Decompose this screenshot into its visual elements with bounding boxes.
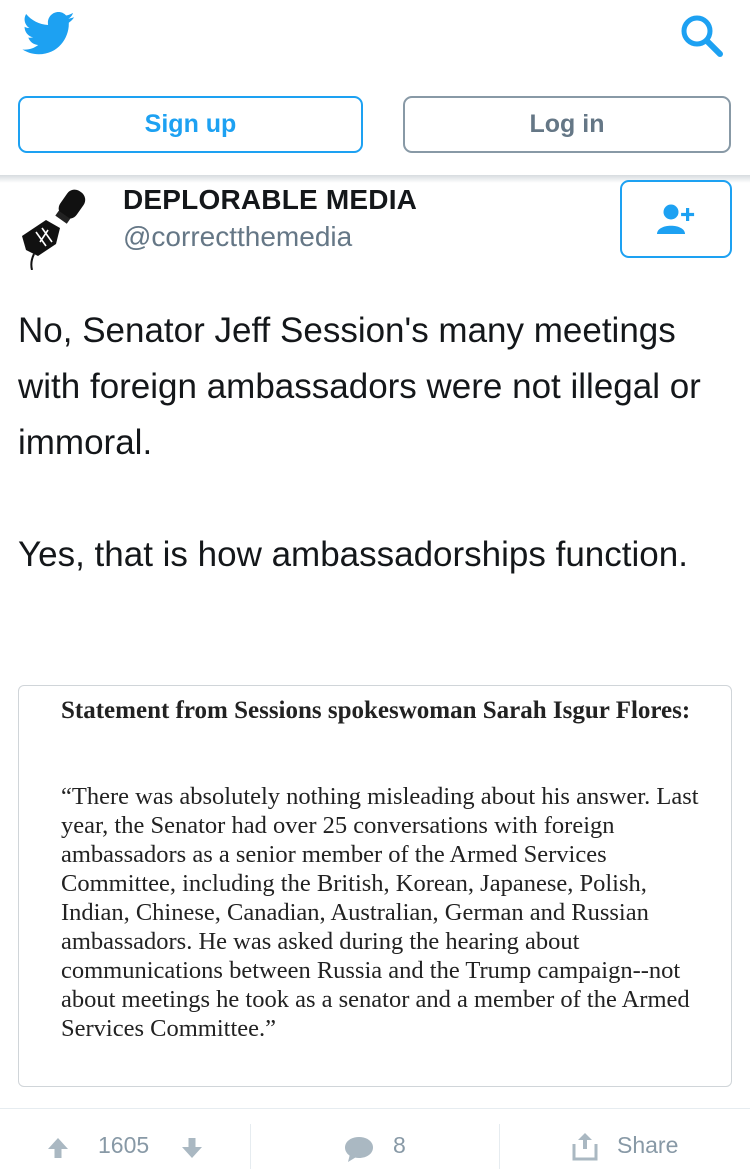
log-in-button[interactable]: Log in xyxy=(403,96,731,153)
tweet-text: No, Senator Jeff Session's many meetings… xyxy=(18,303,733,583)
statement-heading: Statement from Sessions spokeswoman Sara… xyxy=(61,697,691,724)
top-bar: Sign up Log in xyxy=(0,0,750,178)
display-name[interactable]: DEPLORABLE MEDIA xyxy=(123,184,417,216)
share-icon[interactable] xyxy=(571,1131,599,1161)
twitter-bird-icon[interactable] xyxy=(22,12,76,56)
microphone-fist-avatar[interactable] xyxy=(16,184,92,270)
reply-count: 8 xyxy=(393,1132,406,1158)
add-user-icon xyxy=(657,204,695,234)
arrow-up-icon[interactable] xyxy=(46,1136,70,1160)
user-handle[interactable]: @correctthemedia xyxy=(123,221,352,253)
statement-body: “There was absolutely nothing misleading… xyxy=(61,783,699,1042)
speech-bubble-icon[interactable] xyxy=(343,1135,375,1163)
vote-count: 1605 xyxy=(98,1132,150,1158)
tweet-media-image[interactable]: Statement from Sessions spokeswoman Sara… xyxy=(18,685,732,1087)
follow-button[interactable] xyxy=(620,180,732,258)
share-label[interactable]: Share xyxy=(617,1132,678,1159)
arrow-down-icon[interactable] xyxy=(180,1136,204,1160)
search-icon[interactable] xyxy=(678,12,726,60)
action-divider xyxy=(250,1124,251,1169)
tweet-paragraph: Yes, that is how ambassadorships functio… xyxy=(18,535,688,574)
sign-up-button[interactable]: Sign up xyxy=(18,96,363,153)
tweet-paragraph: No, Senator Jeff Session's many meetings… xyxy=(18,311,701,462)
action-divider xyxy=(499,1124,500,1169)
